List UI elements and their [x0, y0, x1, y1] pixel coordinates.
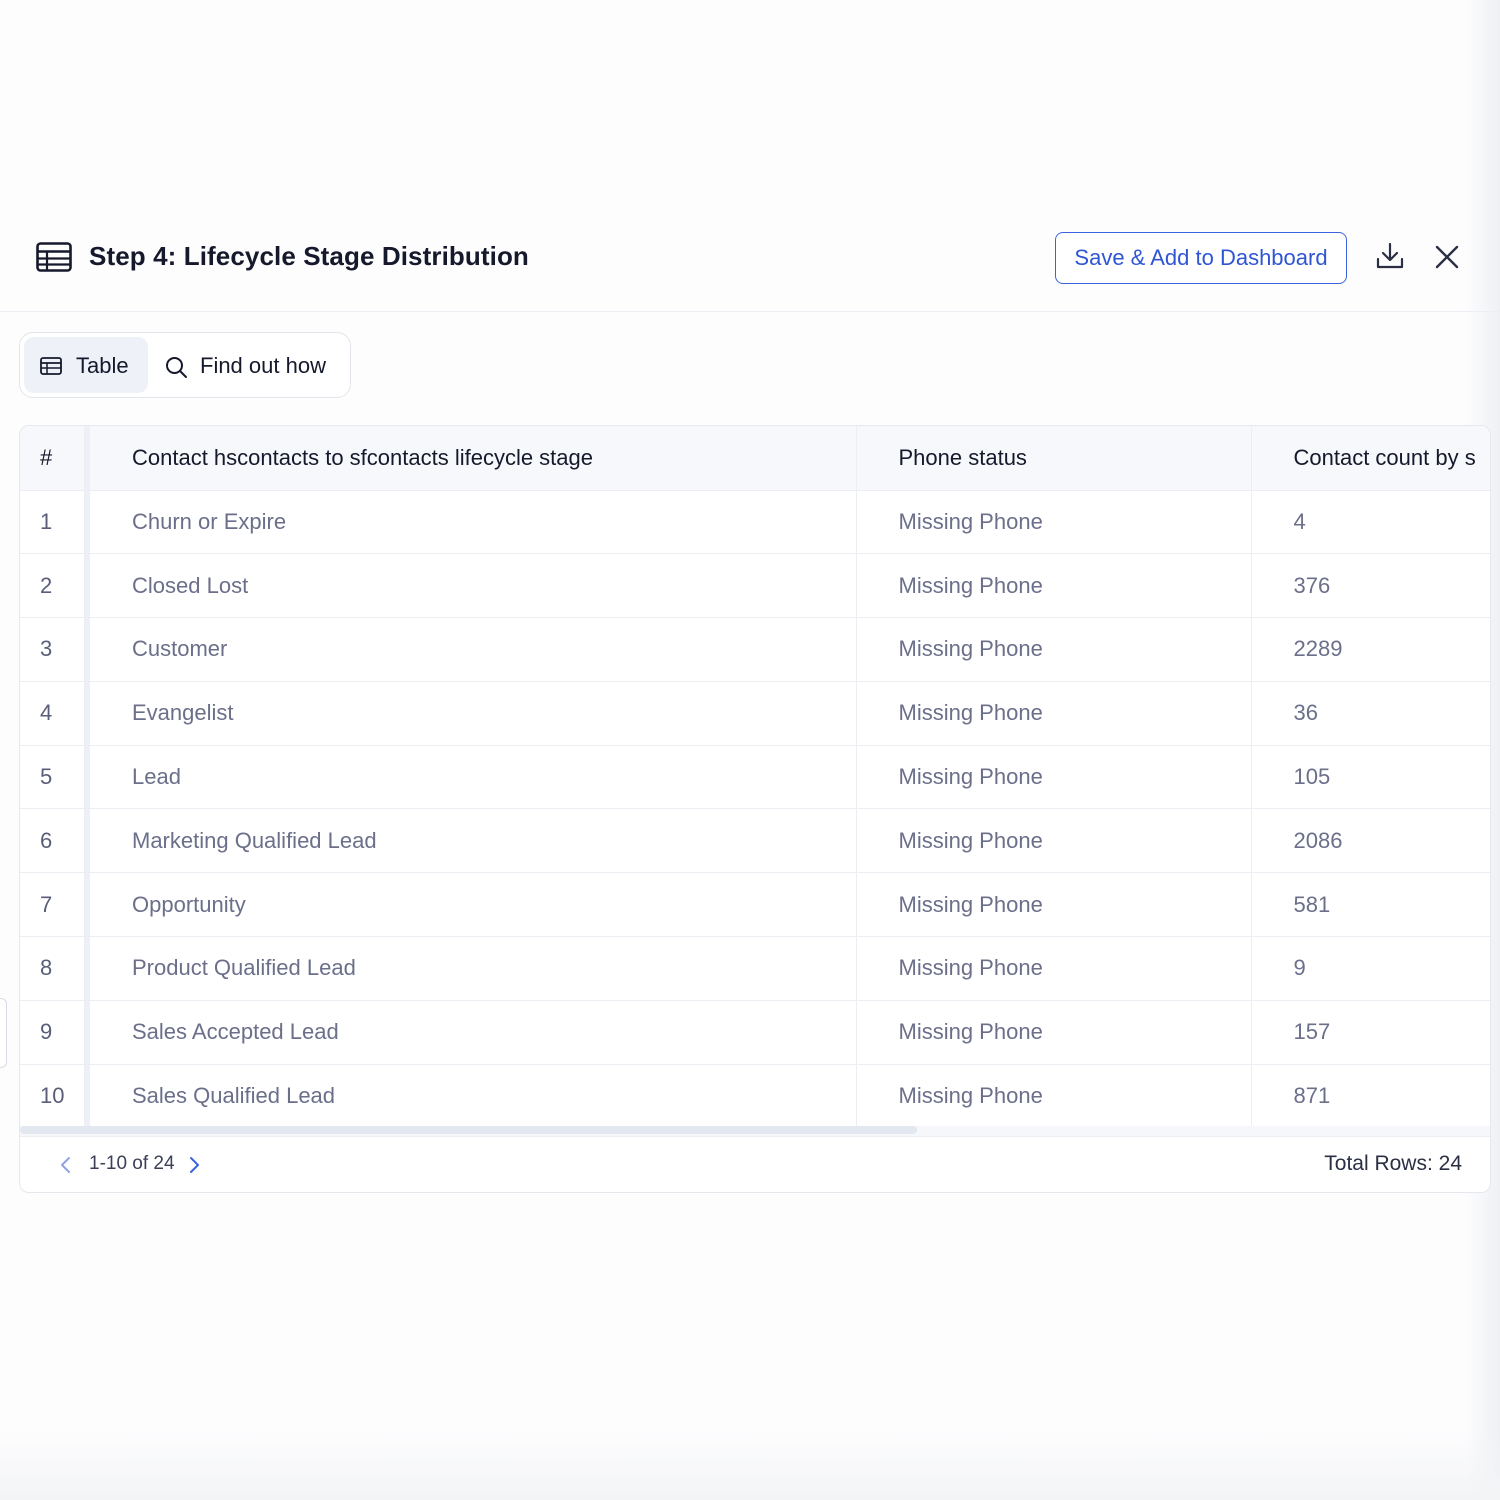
lifecycle-stage-cell: Product Qualified Lead [90, 936, 857, 1001]
phone-status-cell: Missing Phone [856, 936, 1252, 1001]
total-rows-count: Total Rows: 24 [1324, 1152, 1462, 1175]
table-row[interactable]: 5 Lead Missing Phone 105 [20, 745, 1490, 809]
table-row[interactable]: 7 Opportunity Missing Phone 581 [20, 872, 1490, 937]
row-index: 9 [20, 1000, 85, 1065]
table-row[interactable]: 9 Sales Accepted Lead Missing Phone 157 [20, 1000, 1490, 1065]
column-header-phone-status[interactable]: Phone status [856, 426, 1252, 490]
download-icon[interactable] [1373, 240, 1407, 274]
row-index: 1 [20, 490, 85, 554]
table-row[interactable]: 4 Evangelist Missing Phone 36 [20, 681, 1490, 746]
phone-status-cell: Missing Phone [856, 617, 1252, 682]
row-index: 3 [20, 617, 85, 682]
page: Step 4: Lifecycle Stage Distribution Sav… [0, 0, 1500, 1500]
tab-find-out-how-label: Find out how [200, 353, 326, 378]
lifecycle-stage-cell: Opportunity [90, 872, 857, 937]
modal-header: Step 4: Lifecycle Stage Distribution Sav… [0, 224, 1500, 312]
close-icon[interactable] [1430, 240, 1464, 274]
column-header-lifecycle-stage[interactable]: Contact hscontacts to sfcontacts lifecyc… [90, 426, 857, 490]
phone-status-cell: Missing Phone [856, 808, 1252, 873]
table-row[interactable]: 3 Customer Missing Phone 2289 [20, 617, 1490, 682]
chevron-right-icon[interactable] [186, 1155, 202, 1175]
pagination-range: 1-10 of 24 [89, 1153, 175, 1174]
phone-status-cell: Missing Phone [856, 745, 1252, 809]
search-icon [166, 357, 187, 378]
phone-status-cell: Missing Phone [856, 490, 1252, 554]
row-index: 5 [20, 745, 85, 809]
contact-count-cell: 2289 [1293, 636, 1343, 662]
contact-count-cell: 4 [1293, 508, 1306, 534]
backdrop-shade-bottom [0, 1430, 1500, 1500]
contact-count-cell: 157 [1293, 1019, 1331, 1045]
lifecycle-stage-cell: Customer [90, 617, 857, 682]
table-header-row: # Contact hscontacts to sfcontacts lifec… [20, 426, 1490, 490]
contact-count-cell: 36 [1293, 700, 1318, 726]
table-row[interactable]: 6 Marketing Qualified Lead Missing Phone 20… [20, 808, 1490, 873]
row-index: 2 [20, 553, 85, 618]
results-table-card: # Contact hscontacts to sfcontacts lifec… [19, 425, 1491, 1193]
table-footer: 1-10 of 24 Total Rows: 24 [20, 1136, 1490, 1192]
table-icon [36, 242, 72, 272]
phone-status-cell: Missing Phone [856, 681, 1252, 746]
table-row[interactable]: 1 Churn or Expire Missing Phone 4 [20, 490, 1490, 554]
horizontal-scrollbar[interactable] [20, 1126, 1490, 1136]
lifecycle-stage-cell: Sales Accepted Lead [90, 1000, 857, 1065]
contact-count-cell: 581 [1293, 891, 1331, 917]
row-index: 7 [20, 872, 85, 937]
lifecycle-stage-cell: Lead [90, 745, 857, 809]
tab-find-out-how[interactable]: Find out how [160, 337, 346, 393]
table-row[interactable]: 10 Sales Qualified Lead Missing Phone 871 [20, 1064, 1490, 1128]
contact-count-cell: 2086 [1293, 827, 1343, 853]
contact-count-cell: 376 [1293, 572, 1331, 598]
results-table: # Contact hscontacts to sfcontacts lifec… [20, 426, 1490, 1128]
row-index: 6 [20, 808, 85, 873]
table-row[interactable]: 2 Closed Lost Missing Phone 376 [20, 553, 1490, 618]
table-icon [40, 357, 62, 375]
lifecycle-stage-cell: Evangelist [90, 681, 857, 746]
page-title: Step 4: Lifecycle Stage Distribution [89, 241, 529, 271]
contact-count-cell: 9 [1293, 955, 1306, 981]
column-header-index[interactable]: # [20, 426, 85, 490]
table-row[interactable]: 8 Product Qualified Lead Missing Phone 9 [20, 936, 1490, 1001]
lifecycle-stage-cell: Churn or Expire [90, 490, 857, 554]
chevron-left-icon[interactable] [58, 1155, 74, 1175]
phone-status-cell: Missing Phone [856, 1064, 1252, 1128]
lifecycle-stage-cell: Sales Qualified Lead [90, 1064, 857, 1128]
scrollbar-thumb[interactable] [20, 1126, 917, 1134]
row-index: 8 [20, 936, 85, 1001]
tab-table[interactable]: Table [24, 337, 148, 393]
phone-status-cell: Missing Phone [856, 553, 1252, 618]
row-index: 10 [20, 1064, 85, 1128]
row-index: 4 [20, 681, 85, 746]
contact-count-cell: 871 [1293, 1083, 1331, 1109]
phone-status-cell: Missing Phone [856, 872, 1252, 937]
lifecycle-stage-cell: Closed Lost [90, 553, 857, 618]
contact-count-cell: 105 [1293, 764, 1331, 790]
tab-table-label: Table [76, 353, 129, 378]
side-panel-handle[interactable] [0, 998, 7, 1068]
view-toggle: Table Find out how [19, 332, 351, 398]
column-header-contact-count[interactable]: Contact count by s [1251, 426, 1490, 490]
lifecycle-stage-cell: Marketing Qualified Lead [90, 808, 857, 873]
save-add-dashboard-button[interactable]: Save & Add to Dashboard [1055, 232, 1347, 284]
phone-status-cell: Missing Phone [856, 1000, 1252, 1065]
